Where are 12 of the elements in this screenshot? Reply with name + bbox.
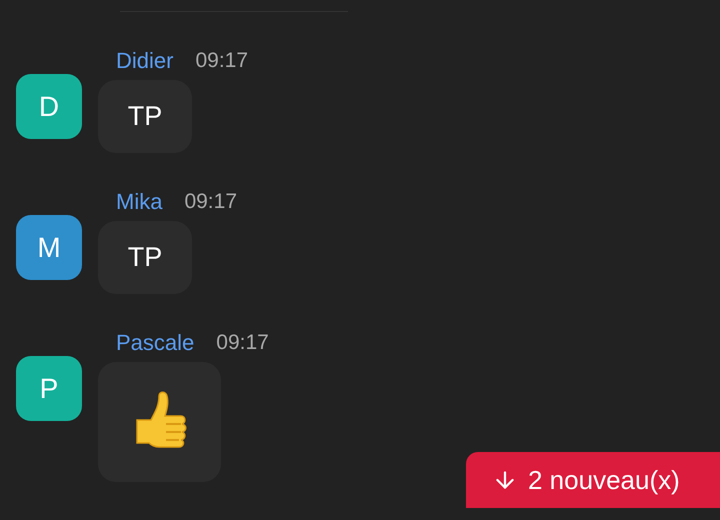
message-time: 09:17 <box>216 331 269 355</box>
avatar: M <box>16 215 82 280</box>
author-name: Pascale <box>116 330 194 356</box>
message-bubble: TP <box>98 80 192 153</box>
message-time: 09:17 <box>184 190 238 214</box>
avatar: P <box>16 356 82 421</box>
message-time: 09:17 <box>195 49 248 73</box>
new-messages-button[interactable]: 2 nouveau(x) <box>466 452 720 508</box>
author-name: Didier <box>116 48 174 74</box>
author-name: Mika <box>116 189 162 215</box>
message-bubble: TP <box>98 221 192 294</box>
avatar: D <box>16 74 82 139</box>
